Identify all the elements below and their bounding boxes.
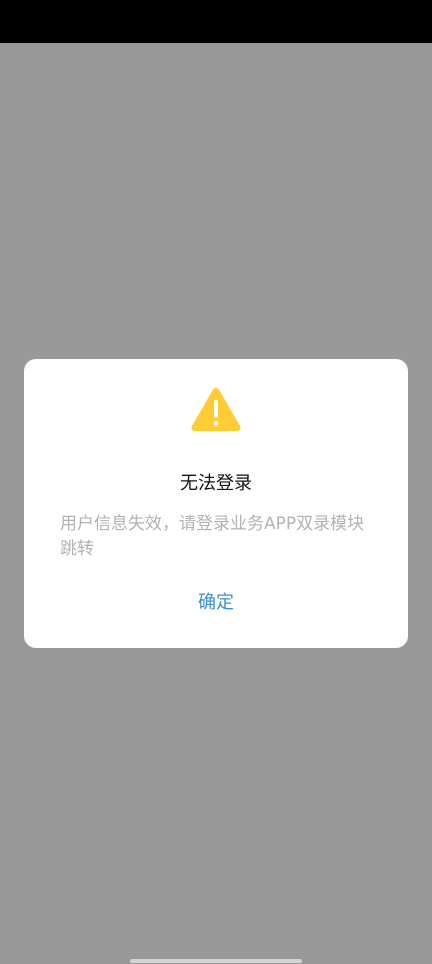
warning-triangle-icon bbox=[191, 388, 241, 431]
alert-dialog: 无法登录 用户信息失效，请登录业务APP双录模块跳转 确定 bbox=[24, 359, 408, 648]
confirm-button[interactable]: 确定 bbox=[166, 583, 266, 621]
status-bar bbox=[0, 0, 432, 43]
screen: 无法登录 用户信息失效，请登录业务APP双录模块跳转 确定 bbox=[0, 0, 432, 964]
home-indicator[interactable] bbox=[130, 959, 302, 963]
dialog-message: 用户信息失效，请登录业务APP双录模块跳转 bbox=[60, 514, 365, 559]
dialog-title: 无法登录 bbox=[180, 473, 252, 494]
